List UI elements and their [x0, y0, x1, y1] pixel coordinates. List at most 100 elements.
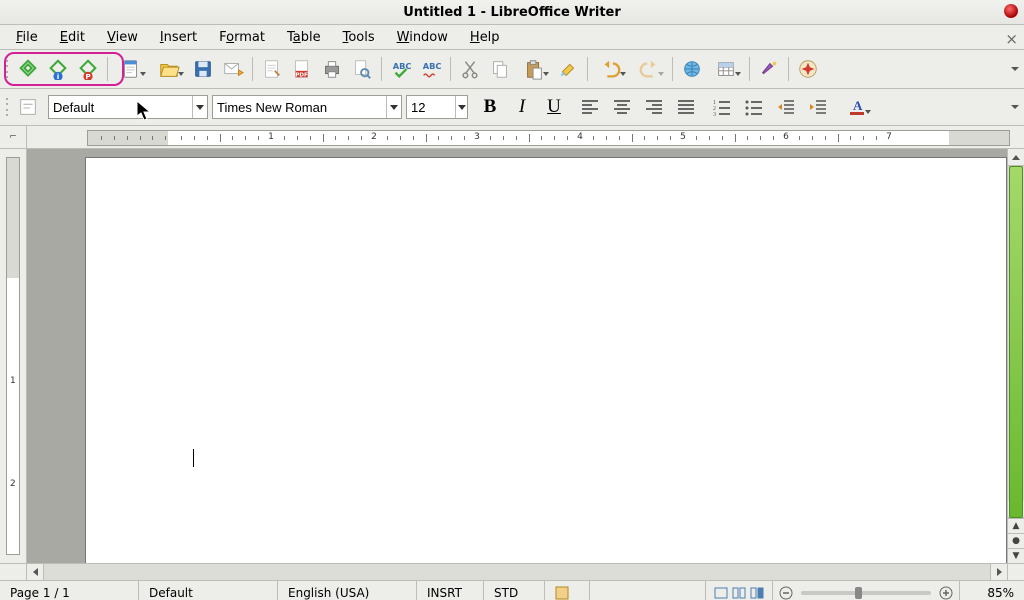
- align-center-button[interactable]: [608, 93, 636, 121]
- epub-info-button[interactable]: i: [44, 55, 72, 83]
- font-name-combo[interactable]: [212, 95, 402, 119]
- svg-text:P: P: [85, 72, 91, 80]
- increase-indent-button[interactable]: [804, 93, 832, 121]
- page[interactable]: [85, 157, 1007, 563]
- menu-window[interactable]: Window: [387, 28, 458, 47]
- vertical-ruler[interactable]: 12: [0, 149, 27, 563]
- vruler-number: 1: [10, 376, 16, 386]
- svg-text:ABC: ABC: [393, 61, 412, 71]
- status-selection-mode[interactable]: STD: [484, 581, 545, 600]
- view-layout-buttons[interactable]: [706, 581, 773, 600]
- font-size-combo[interactable]: [406, 95, 468, 119]
- open-button[interactable]: [151, 55, 187, 83]
- status-zoom[interactable]: 85%: [960, 581, 1024, 600]
- dropdown-caret-icon[interactable]: [386, 96, 401, 118]
- decrease-indent-button[interactable]: [772, 93, 800, 121]
- scroll-left-button[interactable]: [27, 564, 44, 580]
- zoom-slider[interactable]: [801, 591, 931, 595]
- next-page-button[interactable]: ▼: [1008, 548, 1024, 563]
- status-modified-icon[interactable]: [545, 581, 590, 600]
- font-name-input[interactable]: [213, 100, 386, 115]
- horizontal-scrollbar[interactable]: [27, 564, 1007, 580]
- zoom-controls[interactable]: [773, 581, 960, 600]
- vertical-scrollbar[interactable]: ▲ ● ▼: [1007, 149, 1024, 563]
- redo-button[interactable]: [631, 55, 667, 83]
- menu-tools[interactable]: Tools: [333, 28, 385, 47]
- font-color-button[interactable]: A: [840, 93, 874, 121]
- menu-insert[interactable]: Insert: [150, 28, 207, 47]
- status-language[interactable]: English (USA): [278, 581, 417, 600]
- hyperlink-button[interactable]: [678, 55, 706, 83]
- new-document-button[interactable]: [113, 55, 149, 83]
- svg-text:i: i: [57, 72, 60, 80]
- standard-toolbar: i P PDF ABC ABC: [0, 50, 1024, 89]
- ruler-row: ⌐ 1234567: [0, 126, 1024, 149]
- menu-help[interactable]: Help: [460, 28, 510, 47]
- scroll-up-button[interactable]: [1008, 149, 1024, 166]
- styles-window-button[interactable]: [16, 93, 40, 121]
- print-preview-button[interactable]: [348, 55, 376, 83]
- toolbar-handle[interactable]: [6, 96, 10, 118]
- scrollbar-thumb[interactable]: [1009, 166, 1023, 518]
- zoom-in-icon[interactable]: [939, 586, 953, 600]
- ruler-number: 1: [268, 132, 274, 142]
- document-close-button[interactable]: ×: [1005, 30, 1018, 48]
- spellcheck-button[interactable]: ABC: [387, 55, 415, 83]
- toolbar-handle[interactable]: [6, 58, 10, 80]
- edit-file-button[interactable]: [258, 55, 286, 83]
- navigator-button[interactable]: [794, 55, 822, 83]
- paste-button[interactable]: [516, 55, 552, 83]
- horizontal-ruler[interactable]: 1234567: [27, 126, 1024, 148]
- epub-p-button[interactable]: P: [74, 55, 102, 83]
- menu-edit[interactable]: Edit: [50, 28, 95, 47]
- scroll-right-button[interactable]: [990, 564, 1007, 580]
- ruler-number: 6: [783, 132, 789, 142]
- align-right-button[interactable]: [640, 93, 668, 121]
- bold-button[interactable]: B: [476, 93, 504, 121]
- status-page[interactable]: Page 1 / 1: [0, 581, 139, 600]
- auto-spellcheck-button[interactable]: ABC: [417, 55, 445, 83]
- numbered-list-button[interactable]: 123: [708, 93, 736, 121]
- dropdown-caret-icon[interactable]: [455, 96, 467, 118]
- work-area: 12 ▲ ● ▼: [0, 149, 1024, 563]
- font-size-input[interactable]: [407, 100, 455, 115]
- menu-format[interactable]: Format: [209, 28, 275, 47]
- window-title: Untitled 1 - LibreOffice Writer: [403, 5, 621, 20]
- email-button[interactable]: [219, 55, 247, 83]
- align-left-button[interactable]: [576, 93, 604, 121]
- menu-file[interactable]: File: [6, 28, 48, 47]
- svg-text:3: 3: [713, 112, 716, 117]
- show-draw-functions-button[interactable]: [755, 55, 783, 83]
- ruler-number: 2: [371, 132, 377, 142]
- paragraph-style-input[interactable]: [49, 100, 192, 115]
- format-paintbrush-button[interactable]: [554, 55, 582, 83]
- underline-button[interactable]: U: [540, 93, 568, 121]
- prev-page-button[interactable]: ▲: [1008, 518, 1024, 533]
- export-pdf-button[interactable]: PDF: [288, 55, 316, 83]
- save-button[interactable]: [189, 55, 217, 83]
- svg-text:PDF: PDF: [295, 72, 308, 78]
- zoom-out-icon[interactable]: [779, 586, 793, 600]
- statusbar: Page 1 / 1 Default English (USA) INSRT S…: [0, 580, 1024, 600]
- toolbar-overflow-button[interactable]: [1010, 56, 1020, 82]
- document-canvas[interactable]: [27, 149, 1007, 563]
- navigation-button[interactable]: ●: [1008, 533, 1024, 548]
- bullet-list-button[interactable]: [740, 93, 768, 121]
- status-insert-mode[interactable]: INSRT: [417, 581, 484, 600]
- toolbar-overflow-button[interactable]: [1010, 94, 1020, 120]
- menu-table[interactable]: Table: [277, 28, 331, 47]
- table-button[interactable]: [708, 55, 744, 83]
- cut-button[interactable]: [456, 55, 484, 83]
- dropdown-caret-icon[interactable]: [192, 96, 207, 118]
- align-justify-button[interactable]: [672, 93, 700, 121]
- copy-button[interactable]: [486, 55, 514, 83]
- undo-button[interactable]: [593, 55, 629, 83]
- ruler-number: 5: [680, 132, 686, 142]
- paragraph-style-combo[interactable]: [48, 95, 208, 119]
- epub-export-button[interactable]: [14, 55, 42, 83]
- menu-view[interactable]: View: [97, 28, 148, 47]
- window-close-button[interactable]: [1004, 4, 1018, 18]
- status-style[interactable]: Default: [139, 581, 278, 600]
- print-button[interactable]: [318, 55, 346, 83]
- italic-button[interactable]: I: [508, 93, 536, 121]
